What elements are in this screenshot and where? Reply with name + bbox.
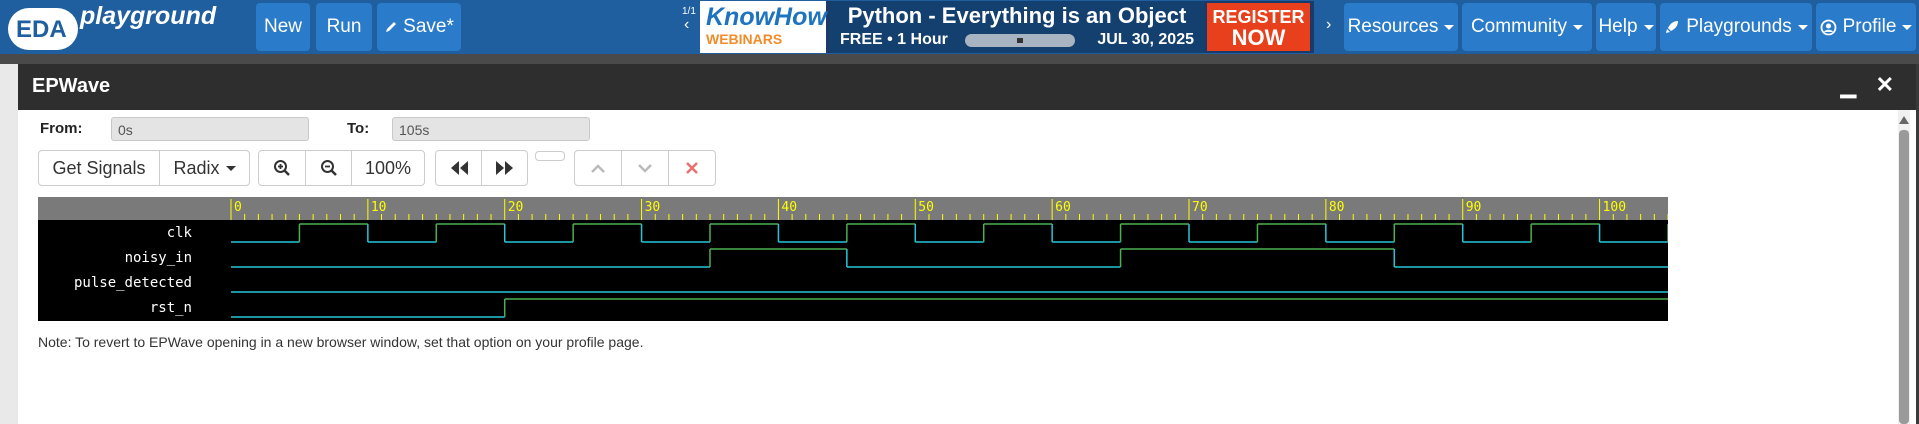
resources-label: Resources [1347,16,1439,37]
chevron-down-icon [225,165,236,171]
scroll-thumb[interactable] [1899,130,1909,424]
fast-forward-icon [495,161,513,175]
zoom-level-button[interactable]: 100% [351,150,425,186]
minimize-icon[interactable]: ▁ [1841,74,1856,99]
save-button-label: Save* [403,16,454,37]
register-now-button[interactable]: REGISTER NOW [1207,3,1310,51]
playground-logo-text[interactable]: playground [80,2,216,31]
close-icon [686,162,698,174]
dialog-scrollbar[interactable] [1898,110,1910,424]
previous-edge-button[interactable] [574,150,622,186]
resources-menu[interactable]: Resources [1344,3,1458,51]
webinar-banner[interactable]: KnowHow WEBINARS Python - Everything is … [700,1,1314,53]
chevron-down-icon [1573,24,1584,30]
pencil-icon [386,22,397,32]
zoom-out-button[interactable] [305,150,352,186]
knowhow-logo: KnowHow WEBINARS [700,1,827,53]
dialog-title: EPWave [32,75,111,97]
chevron-down-icon [638,164,652,173]
from-label: From: [40,120,83,137]
new-button[interactable]: New [256,3,310,51]
profile-menu[interactable]: Profile [1816,3,1916,51]
banner-date: JUL 30, 2025 [1097,31,1194,48]
save-button[interactable]: Save* [377,3,461,51]
waveform-traces [231,223,1668,318]
profile-note: Note: To revert to EPWave opening in a n… [38,334,644,350]
banner-title: Python - Everything is an Object [847,3,1187,28]
help-menu[interactable]: Help [1596,3,1656,51]
top-navbar: EDA playground New Run Save* 1/1 ‹ KnowH… [0,0,1919,54]
zoom-out-icon [320,160,337,176]
background-editor-strip [0,54,1919,64]
zoom-level-label: 100% [364,157,412,178]
zoom-in-icon [274,160,290,176]
epwave-dialog-header[interactable]: EPWave ▁ ✕ [18,64,1916,110]
run-button-label: Run [326,16,362,37]
community-menu[interactable]: Community [1462,3,1592,51]
banner-prev-icon[interactable]: ‹ [684,16,689,34]
epwave-dialog-body: From: 0s To: 105s Get Signals Radix 100%… [18,110,1916,424]
user-circle-icon [1820,19,1836,35]
to-input[interactable]: 105s [392,117,590,141]
banner-info: Python - Everything is an Object FREE • … [830,1,1204,53]
chevron-down-icon [1797,24,1808,30]
waveform-viewer[interactable]: 0 10 20 30 40 50 60 70 80 90 100 clk noisy_in puls… [38,197,1668,321]
radix-dropdown[interactable]: Radix [159,150,250,186]
get-signals-button[interactable]: Get Signals [38,150,160,186]
fast-backward-icon [450,161,468,175]
chevron-down-icon [1643,24,1654,30]
next-edge-button[interactable] [621,150,669,186]
banner-duration: FREE • 1 Hour [840,31,948,48]
knowhow-brand: KnowHow [706,3,827,31]
new-button-label: New [263,16,302,37]
now-label: NOW [1231,25,1286,50]
from-input[interactable]: 0s [111,117,309,141]
banner-slider [965,34,1075,47]
get-signals-label: Get Signals [52,157,146,178]
community-label: Community [1470,16,1568,37]
chevron-up-icon [591,164,605,173]
radix-label: Radix [173,157,220,178]
zoom-in-button[interactable] [258,150,306,186]
playgrounds-label: Playgrounds [1686,16,1792,37]
profile-label: Profile [1842,16,1897,37]
scroll-up-icon[interactable] [1899,116,1909,124]
go-to-end-button[interactable] [481,150,528,186]
background-editor-edge [0,64,18,424]
banner-next-icon[interactable]: › [1326,16,1331,34]
chevron-down-icon [1902,24,1913,30]
run-button[interactable]: Run [316,3,372,51]
eda-logo-text: EDA [16,16,67,43]
knowhow-webinars: WEBINARS [706,31,783,47]
help-label: Help [1598,16,1638,37]
playgrounds-menu[interactable]: Playgrounds [1660,3,1812,51]
signal-value-box[interactable] [535,151,565,161]
close-icon[interactable]: ✕ [1876,72,1894,98]
rocket-icon [1666,21,1679,33]
clear-button[interactable] [668,150,716,186]
chevron-down-icon [1444,24,1455,30]
to-label: To: [347,120,370,137]
eda-logo[interactable]: EDA [8,8,78,50]
go-to-start-button[interactable] [435,150,482,186]
